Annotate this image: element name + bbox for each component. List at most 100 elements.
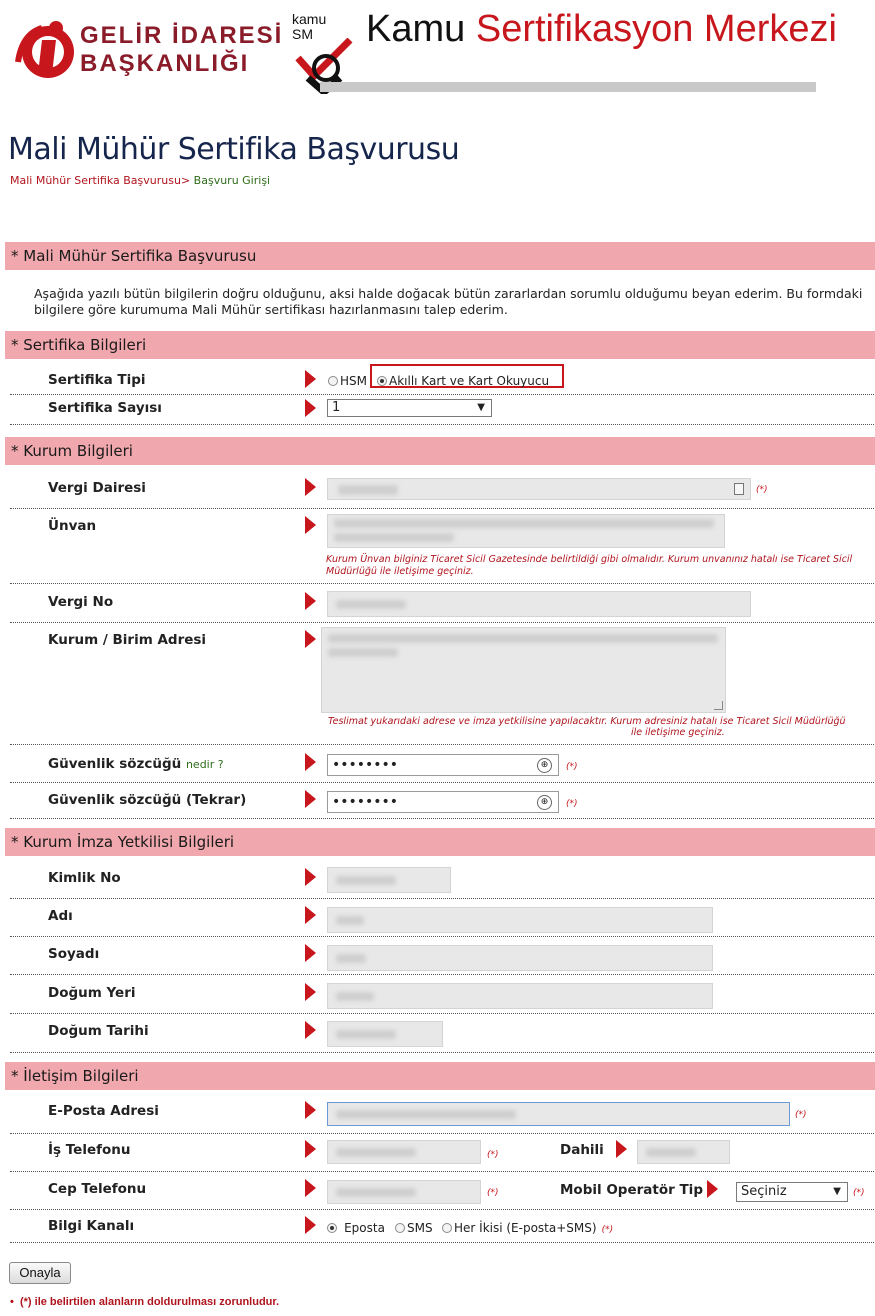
address-note-1: Teslimat yukarıdaki adrese ve imza yetki…	[328, 716, 846, 727]
cert-type-smartcard-option[interactable]: Akıllı Kart ve Kart Okuyucu	[377, 370, 549, 389]
blurred-value	[334, 519, 714, 528]
blurred-value	[336, 1110, 516, 1119]
divider	[10, 1013, 874, 1014]
birth-date-input[interactable]	[327, 1021, 443, 1047]
divider	[10, 1171, 874, 1172]
channel-sms-option[interactable]: SMS	[395, 1217, 433, 1236]
channel-email-label: Eposta	[344, 1221, 385, 1235]
submit-button[interactable]: Onayla	[9, 1262, 71, 1284]
divider	[10, 1133, 874, 1134]
required-arrow-icon	[305, 516, 316, 534]
blurred-value	[338, 485, 398, 495]
ksm-title-rest: Sertifikasyon Merkezi	[475, 8, 837, 50]
work-phone-input[interactable]	[327, 1140, 481, 1164]
section-header-signatory: * Kurum İmza Yetkilisi Bilgileri	[5, 828, 875, 856]
gib-logo	[15, 21, 74, 78]
security-word-repeat-input[interactable]: •••••••• ⊕	[327, 791, 559, 813]
divider	[10, 936, 874, 937]
security-word-help-link[interactable]: nedir ?	[186, 758, 224, 771]
required-arrow-icon	[305, 1179, 316, 1197]
security-word-label: Güvenlik sözcüğü nedir ?	[48, 756, 224, 772]
email-input[interactable]	[327, 1102, 790, 1126]
divider	[10, 744, 874, 745]
list-icon[interactable]	[734, 483, 744, 495]
id-number-label: Kimlik No	[48, 870, 121, 886]
required-arrow-icon	[305, 944, 316, 962]
required-arrow-icon	[305, 592, 316, 610]
channel-sms-label: SMS	[407, 1221, 433, 1235]
divider	[10, 898, 874, 899]
tax-number-input[interactable]	[327, 591, 751, 617]
blurred-value	[328, 648, 398, 657]
birth-place-input[interactable]	[327, 983, 713, 1009]
radio-hsm[interactable]	[328, 376, 338, 386]
blurred-value	[646, 1148, 696, 1157]
required-mark: (*)	[756, 485, 768, 495]
required-mark: (*)	[487, 1150, 499, 1160]
breadcrumb: Mali Mühür Sertifika Başvurusu> Başvuru …	[10, 174, 270, 187]
radio-email[interactable]	[327, 1223, 337, 1233]
extension-label: Dahili	[560, 1142, 604, 1158]
blurred-value	[336, 600, 406, 609]
required-mark: (*)	[601, 1225, 614, 1235]
blurred-value	[336, 1188, 416, 1197]
blurred-value	[334, 533, 454, 542]
radio-smartcard[interactable]	[377, 376, 387, 386]
channel-email-option[interactable]: Eposta	[327, 1217, 385, 1236]
security-word-label-text: Güvenlik sözcüğü	[48, 756, 182, 772]
smartcard-label: Akıllı Kart ve Kart Okuyucu	[389, 374, 550, 388]
cert-count-value: 1	[332, 400, 341, 415]
divider	[10, 782, 874, 783]
title-input[interactable]	[327, 514, 725, 548]
security-word-input[interactable]: •••••••• ⊕	[327, 754, 559, 776]
cert-count-select[interactable]: 1 ▼	[327, 399, 492, 417]
security-word-value: ••••••••	[332, 757, 399, 773]
id-number-input[interactable]	[327, 867, 451, 893]
mobile-operator-label: Mobil Operatör Tip	[560, 1182, 703, 1198]
required-arrow-icon	[305, 1021, 316, 1039]
gib-logo-text: GELİR İDARESİ BAŞKANLIĞI	[80, 22, 283, 78]
mobile-phone-input[interactable]	[327, 1180, 481, 1204]
breadcrumb-item-1[interactable]: Mali Mühür Sertifika Başvurusu>	[10, 174, 190, 187]
channel-both-option[interactable]: Her İkisi (E-posta+SMS) (*)	[442, 1217, 613, 1236]
last-name-input[interactable]	[327, 945, 713, 971]
blurred-value	[336, 876, 396, 885]
birth-date-label: Doğum Tarihi	[48, 1023, 149, 1039]
mobile-operator-select[interactable]: Seçiniz ▼	[736, 1182, 848, 1202]
divider	[10, 622, 874, 623]
required-arrow-icon	[305, 478, 316, 496]
last-name-label: Soyadı	[48, 946, 100, 962]
extension-input[interactable]	[637, 1140, 730, 1164]
reveal-password-icon[interactable]: ⊕	[537, 758, 552, 773]
cert-count-label: Sertifika Sayısı	[48, 400, 162, 416]
required-footnote: • (*) ile belirtilen alanların doldurulm…	[10, 1296, 280, 1308]
section-header-contact: * İletişim Bilgileri	[5, 1062, 875, 1090]
divider	[10, 1242, 874, 1243]
birth-place-label: Doğum Yeri	[48, 985, 136, 1001]
chevron-down-icon: ▼	[833, 1186, 841, 1197]
required-arrow-icon	[305, 1216, 316, 1234]
resize-handle-icon[interactable]	[714, 701, 723, 710]
required-arrow-icon	[305, 983, 316, 1001]
channel-both-label: Her İkisi (E-posta+SMS)	[454, 1221, 597, 1235]
reveal-password-icon[interactable]: ⊕	[537, 795, 552, 810]
info-channel-label: Bilgi Kanalı	[48, 1218, 135, 1234]
radio-sms[interactable]	[395, 1223, 405, 1233]
blurred-value	[336, 1030, 396, 1039]
required-mark: (*)	[566, 799, 578, 809]
work-phone-label: İş Telefonu	[48, 1142, 131, 1158]
address-textarea[interactable]	[321, 627, 726, 713]
required-arrow-icon	[305, 1140, 316, 1158]
first-name-input[interactable]	[327, 907, 713, 933]
tax-office-input[interactable]	[327, 478, 751, 500]
cert-type-hsm-option[interactable]: HSM	[328, 370, 367, 389]
chevron-down-icon: ▼	[477, 402, 485, 413]
radio-both[interactable]	[442, 1223, 452, 1233]
mobile-phone-label: Cep Telefonu	[48, 1181, 147, 1197]
tax-number-label: Vergi No	[48, 594, 114, 610]
required-arrow-icon	[305, 370, 316, 388]
divider	[10, 1052, 874, 1053]
tax-office-label: Vergi Dairesi	[48, 480, 146, 496]
blurred-value	[336, 916, 364, 925]
page-title: Mali Mühür Sertifika Başvurusu	[8, 132, 460, 167]
